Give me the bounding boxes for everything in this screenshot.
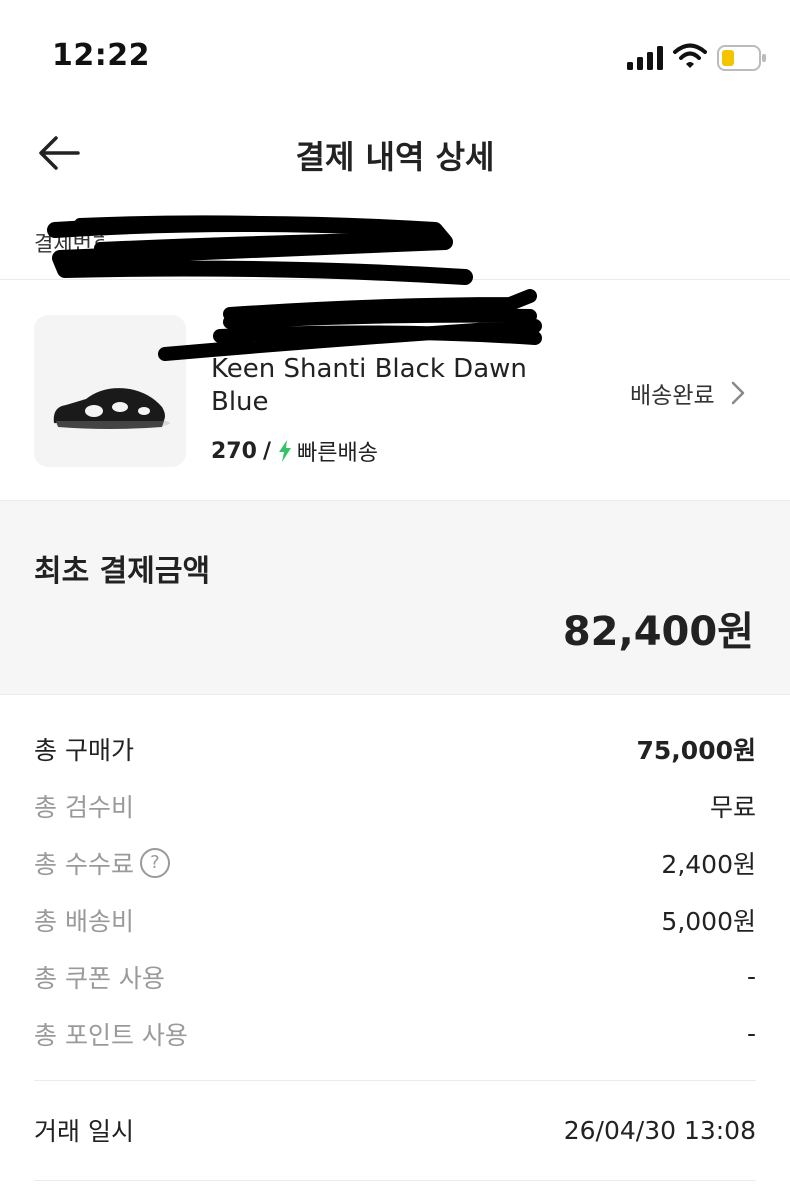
breakdown-label: 총 배송비 (34, 906, 134, 936)
status-bar: 12:22 (0, 0, 790, 110)
breakdown-row-inspection: 총 검수비 무료 (34, 777, 756, 834)
breakdown-label-wrap: 총 수수료 ? (34, 845, 170, 881)
battery-icon (717, 45, 766, 71)
chevron-right-icon (731, 381, 744, 405)
initial-payment-section: 최초 결제금액 82,400원 (0, 500, 790, 695)
breakdown-label: 총 구매가 (34, 735, 134, 765)
shipping-type: 빠른배송 (296, 441, 378, 466)
breakdown-value: 5,000원 (661, 906, 756, 936)
transaction-datetime: 26/04/30 13:08 (563, 1115, 756, 1145)
initial-payment-amount: 82,400원 (562, 609, 754, 655)
product-meta: 270 / 빠른배송 (211, 435, 378, 467)
delivery-status-label: 배송완료 (630, 383, 715, 409)
meta-separator: / (262, 438, 271, 464)
product-name: Keen Shanti Black Dawn Blue (211, 354, 527, 417)
question-circle-icon[interactable]: ? (139, 847, 170, 878)
payment-number-row: 결제번호 (0, 200, 790, 285)
breakdown-row-purchase: 총 구매가 75,000원 (34, 720, 756, 777)
breakdown-value: 2,400원 (661, 849, 756, 879)
breakdown-row-fee: 총 수수료 ? 2,400원 (34, 834, 756, 891)
breakdown-value: 무료 (709, 792, 756, 822)
breakdown-row-points: 총 포인트 사용 - (34, 1005, 756, 1062)
redaction-scribble (47, 215, 473, 285)
page-title: 결제 내역 상세 (295, 138, 495, 176)
payment-breakdown: 총 구매가 75,000원 총 검수비 무료 총 수수료 ? 2,400원 총 … (34, 720, 756, 1062)
transaction-row: 거래 일시 26/04/30 13:08 (34, 1100, 756, 1160)
wifi-icon (673, 43, 707, 68)
product-row[interactable]: Keen Shanti Black Dawn Blue 270 / 빠른배송 배… (0, 281, 790, 500)
breakdown-row-shipping: 총 배송비 5,000원 (34, 891, 756, 948)
header: 결제 내역 상세 (0, 110, 790, 200)
breakdown-label: 총 쿠폰 사용 (34, 963, 165, 993)
status-time: 12:22 (52, 38, 150, 73)
breakdown-label: 총 포인트 사용 (34, 1020, 188, 1050)
initial-payment-label: 최초 결제금액 (34, 554, 211, 589)
breakdown-value: - (746, 962, 756, 991)
divider (34, 1080, 756, 1081)
cellular-signal-icon (627, 46, 663, 70)
breakdown-label: 총 검수비 (34, 792, 134, 822)
breakdown-value: - (746, 1019, 756, 1048)
delivery-status-link[interactable]: 배송완료 (630, 376, 745, 410)
breakdown-value: 75,000원 (636, 735, 756, 765)
breakdown-label: 총 수수료 (34, 849, 134, 879)
transaction-label: 거래 일시 (34, 1117, 134, 1146)
lightning-bolt-icon (278, 440, 291, 462)
breakdown-row-coupon: 총 쿠폰 사용 - (34, 948, 756, 1005)
divider (34, 1180, 756, 1181)
product-size: 270 (211, 438, 257, 464)
